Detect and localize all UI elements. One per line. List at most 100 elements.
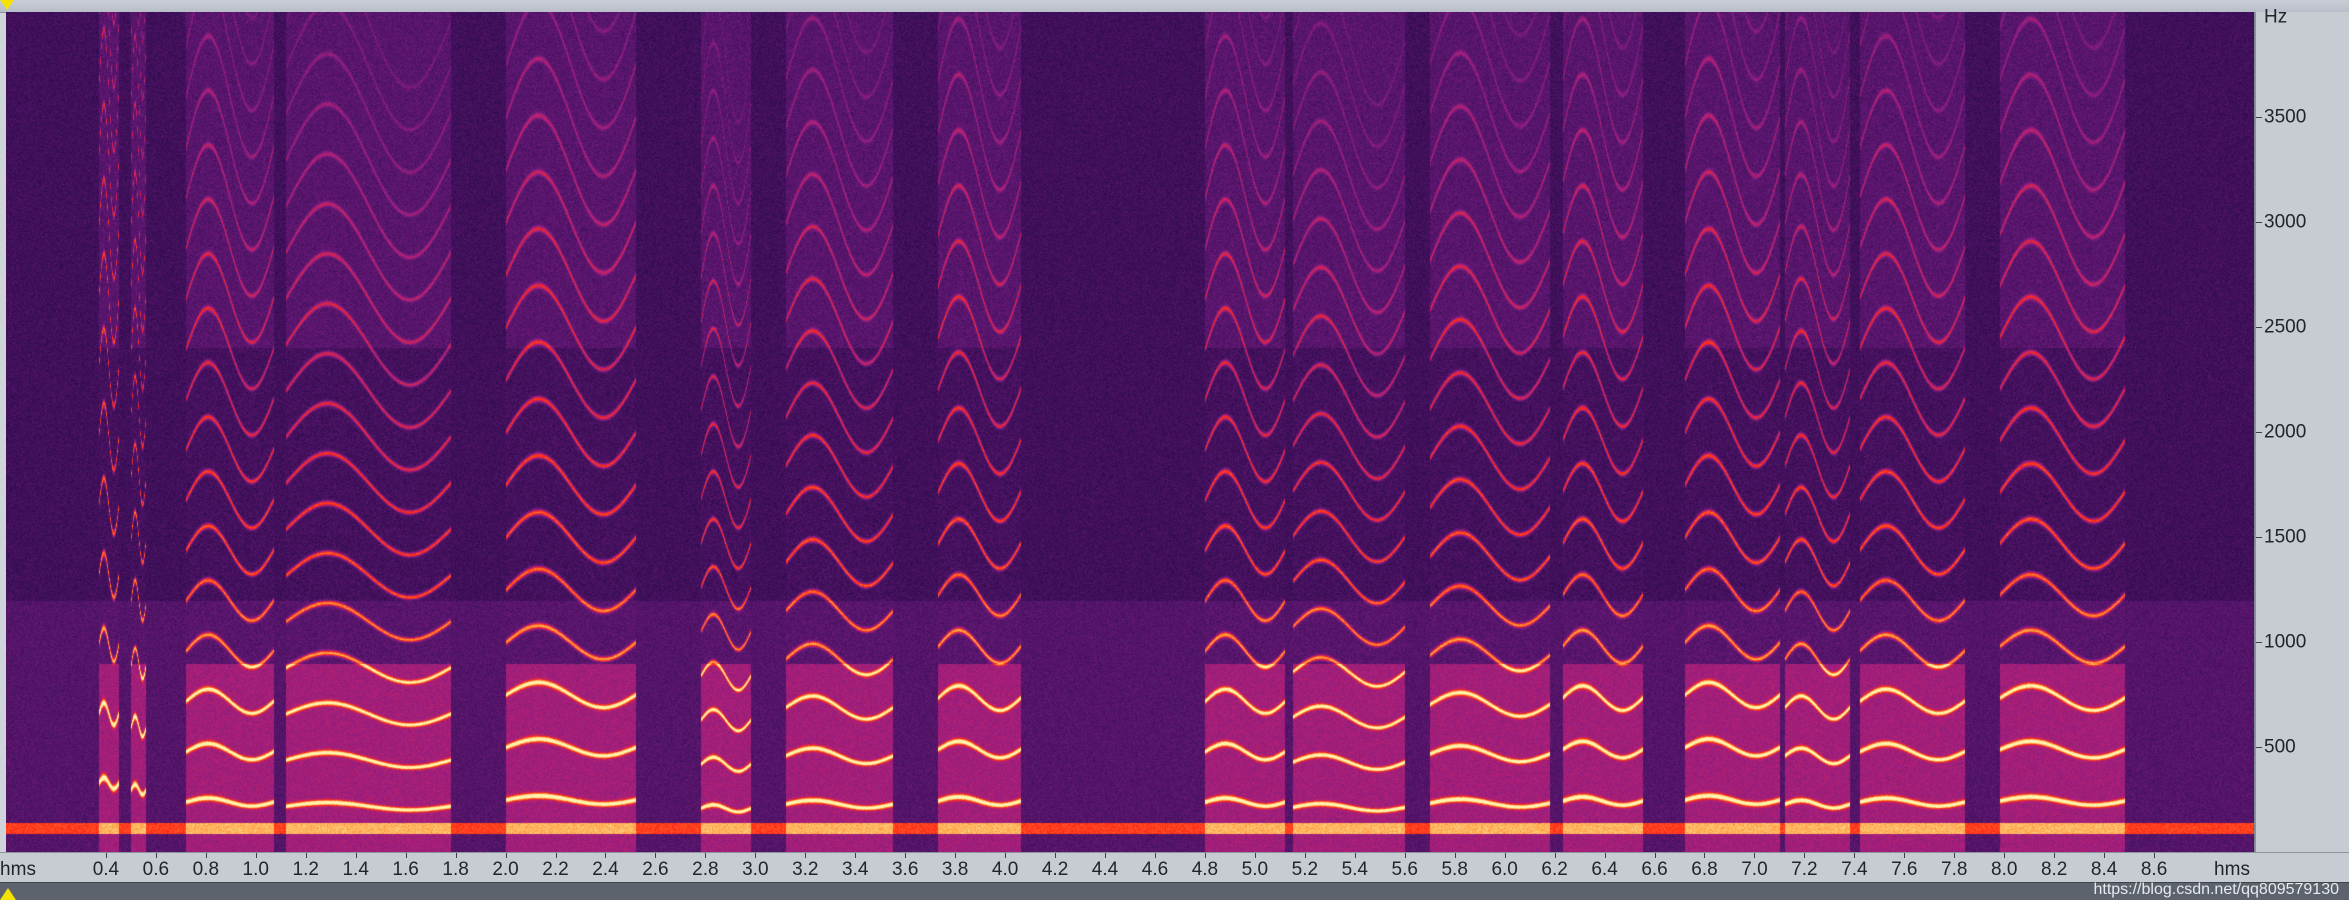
time-tick-label: 5.2 bbox=[1291, 859, 1319, 880]
time-tick-mark bbox=[1704, 853, 1706, 858]
time-tick-label: 6.6 bbox=[1641, 859, 1668, 880]
time-tick-label: 2.2 bbox=[542, 859, 569, 880]
spectrogram-heatmap[interactable] bbox=[6, 12, 2254, 852]
time-tick-label: 2.0 bbox=[492, 859, 519, 880]
time-tick-label: 7.0 bbox=[1741, 859, 1768, 880]
time-tick-label: 5.6 bbox=[1391, 859, 1418, 880]
time-tick-mark bbox=[105, 853, 107, 858]
time-tick-mark bbox=[1204, 853, 1206, 858]
time-tick-label: 7.8 bbox=[1941, 859, 1968, 880]
frequency-tick-label: 3500 bbox=[2264, 106, 2307, 128]
playhead-marker-bottom-icon[interactable] bbox=[0, 888, 16, 900]
time-tick-label: 6.0 bbox=[1491, 859, 1518, 880]
time-tick-mark bbox=[455, 853, 457, 858]
frequency-axis: Hz 500 1000 1500 2000 2500 3000 3500 bbox=[2255, 8, 2349, 852]
time-tick-label: 3.8 bbox=[941, 859, 969, 880]
time-tick-mark bbox=[405, 853, 407, 858]
time-tick-label: 5.8 bbox=[1441, 859, 1468, 880]
time-tick-mark bbox=[655, 853, 657, 858]
time-tick-mark bbox=[1954, 853, 1956, 858]
time-tick-mark bbox=[505, 853, 507, 858]
time-tick-mark bbox=[1754, 853, 1756, 858]
time-tick-label: 8.4 bbox=[2090, 859, 2118, 880]
time-tick-label: 4.2 bbox=[1041, 859, 1069, 880]
time-tick-label: 1.8 bbox=[442, 859, 469, 880]
time-tick-mark bbox=[1454, 853, 1456, 858]
time-tick-label: 6.4 bbox=[1591, 859, 1618, 880]
time-tick-label: 6.2 bbox=[1541, 859, 1568, 880]
time-tick-label: 8.0 bbox=[1991, 859, 2018, 880]
time-tick-mark bbox=[755, 853, 757, 858]
time-tick-label: 2.8 bbox=[692, 859, 719, 880]
time-tick-label: 7.6 bbox=[1891, 859, 1918, 880]
frequency-tick-mark bbox=[2256, 432, 2262, 433]
time-tick-label: 3.0 bbox=[742, 859, 769, 880]
time-tick-mark bbox=[705, 853, 707, 858]
time-tick-label: 3.6 bbox=[891, 859, 919, 880]
time-tick-mark bbox=[1854, 853, 1856, 858]
time-tick-mark bbox=[2104, 853, 2106, 858]
time-axis: hms hms 0.4 0.6 0.8 1.0 1.2 1.4 1.6 1.8 2.0 2.2 2.… bbox=[0, 852, 2349, 883]
time-tick-label: 4.0 bbox=[991, 859, 1019, 880]
time-tick-mark bbox=[555, 853, 557, 858]
time-tick-label: 1.6 bbox=[392, 859, 419, 880]
time-tick-label: 1.0 bbox=[242, 859, 269, 880]
time-tick-mark bbox=[1354, 853, 1356, 858]
frequency-tick-label: 500 bbox=[2264, 736, 2296, 758]
time-tick-mark bbox=[305, 853, 307, 858]
time-tick-mark bbox=[905, 853, 907, 858]
time-axis-start-label: hms bbox=[0, 859, 36, 880]
time-tick-mark bbox=[1504, 853, 1506, 858]
time-tick-label: 6.8 bbox=[1691, 859, 1718, 880]
time-tick-mark bbox=[1105, 853, 1107, 858]
time-tick-mark bbox=[1804, 853, 1806, 858]
time-tick-mark bbox=[2054, 853, 2056, 858]
time-tick-mark bbox=[205, 853, 207, 858]
time-tick-mark bbox=[2154, 853, 2156, 858]
frequency-tick-label: 1000 bbox=[2264, 631, 2307, 653]
time-tick-mark bbox=[1654, 853, 1656, 858]
time-tick-mark bbox=[1055, 853, 1057, 858]
time-tick-mark bbox=[1904, 853, 1906, 858]
time-tick-mark bbox=[805, 853, 807, 858]
time-tick-mark bbox=[1154, 853, 1156, 858]
time-tick-mark bbox=[1254, 853, 1256, 858]
frequency-tick-label: 1500 bbox=[2264, 526, 2307, 548]
time-tick-label: 0.4 bbox=[92, 859, 120, 880]
watermark-text: https://blog.csdn.net/qq809579130 bbox=[2093, 881, 2339, 898]
frequency-tick-mark bbox=[2256, 642, 2262, 643]
frequency-tick-mark bbox=[2256, 747, 2262, 748]
time-tick-label: 5.0 bbox=[1241, 859, 1269, 880]
time-tick-mark bbox=[1604, 853, 1606, 858]
time-tick-mark bbox=[1304, 853, 1306, 858]
frequency-tick-mark bbox=[2256, 537, 2262, 538]
spectrogram-viewer: Hz 500 1000 1500 2000 2500 3000 3500 hms hms 0… bbox=[0, 0, 2349, 900]
time-tick-label: 4.4 bbox=[1091, 859, 1119, 880]
time-tick-label: 4.6 bbox=[1141, 859, 1169, 880]
time-tick-label: 2.6 bbox=[642, 859, 669, 880]
time-tick-mark bbox=[355, 853, 357, 858]
spectrogram-plot[interactable] bbox=[6, 12, 2255, 853]
time-tick-mark bbox=[155, 853, 157, 858]
time-tick-mark bbox=[255, 853, 257, 858]
frequency-tick-mark bbox=[2256, 117, 2262, 118]
frequency-tick-mark bbox=[2256, 327, 2262, 328]
time-tick-mark bbox=[855, 853, 857, 858]
time-tick-label: 7.2 bbox=[1791, 859, 1818, 880]
bottom-status-strip bbox=[0, 882, 2349, 900]
time-tick-mark bbox=[1005, 853, 1007, 858]
time-tick-label: 3.4 bbox=[842, 859, 869, 880]
frequency-tick-label: 3000 bbox=[2264, 211, 2307, 233]
frequency-tick-mark bbox=[2256, 222, 2262, 223]
time-tick-label: 3.2 bbox=[792, 859, 819, 880]
frequency-tick-label: 2000 bbox=[2264, 421, 2307, 443]
time-tick-label: 8.6 bbox=[2140, 859, 2168, 880]
playhead-marker-top-icon[interactable] bbox=[0, 0, 14, 10]
time-tick-label: 5.4 bbox=[1341, 859, 1369, 880]
time-tick-label: 4.8 bbox=[1191, 859, 1219, 880]
time-tick-label: 2.4 bbox=[592, 859, 619, 880]
time-tick-mark bbox=[605, 853, 607, 858]
frequency-tick-label: 2500 bbox=[2264, 316, 2307, 338]
time-tick-label: 0.6 bbox=[142, 859, 170, 880]
time-tick-mark bbox=[955, 853, 957, 858]
